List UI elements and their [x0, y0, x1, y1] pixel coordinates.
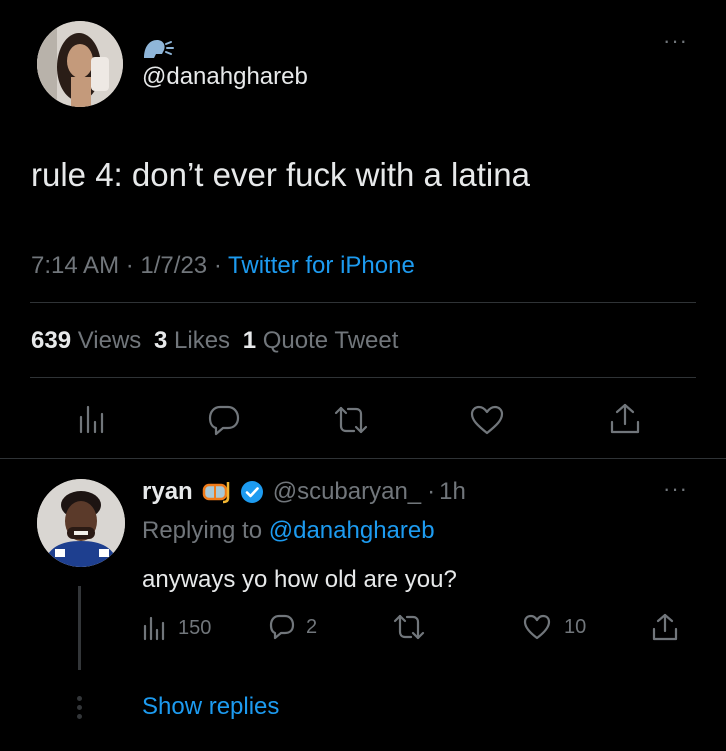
- share-icon[interactable]: [609, 402, 641, 441]
- analytics-icon: [143, 616, 165, 641]
- divider: [30, 377, 696, 378]
- reply-icon: [269, 614, 295, 640]
- verified-badge-icon: [239, 479, 265, 505]
- likes-count: 3: [153, 327, 168, 354]
- tweet-source[interactable]: Twitter for iPhone: [228, 252, 415, 279]
- like-icon: [523, 614, 551, 640]
- tweet-more-options-icon[interactable]: ···: [663, 28, 688, 54]
- show-replies-link[interactable]: Show replies: [142, 693, 279, 721]
- replying-to-prefix: Replying to: [142, 517, 263, 544]
- author-avatar[interactable]: [37, 21, 123, 107]
- reply-share-button[interactable]: [651, 612, 679, 647]
- likes-label: Likes: [174, 327, 231, 354]
- reply-avatar[interactable]: [37, 479, 125, 567]
- tweet-time[interactable]: 7:14 AM: [31, 252, 119, 279]
- replying-to-handle[interactable]: @danahghareb: [269, 517, 435, 544]
- reply-views-count: 150: [178, 616, 212, 639]
- views-label: Views: [77, 327, 142, 354]
- reply-reply-button[interactable]: 2: [268, 613, 317, 641]
- tweet-meta: 7:14 AM · 1/7/23 · Twitter for iPhone: [31, 252, 415, 280]
- reply-avatar-image: [37, 479, 125, 567]
- meta-separator: ·: [213, 252, 222, 279]
- reply-analytics-button[interactable]: 150: [142, 615, 211, 641]
- tweet-date[interactable]: 1/7/23: [140, 252, 207, 279]
- quotes-label: Quote Tweet: [262, 327, 399, 354]
- reply-like-button[interactable]: 10: [522, 613, 586, 641]
- thread-dots: [77, 696, 82, 719]
- reply-author-name[interactable]: ryan: [142, 478, 193, 506]
- like-icon[interactable]: [469, 404, 505, 441]
- quotes-count: 1: [242, 327, 257, 354]
- reply-header: ryan @scubaryan_ · 1h: [142, 478, 466, 506]
- tweet-text: rule 4: don’t ever fuck with a latina: [31, 156, 530, 193]
- replying-to: Replying to @danahghareb: [142, 517, 435, 545]
- divider: [0, 458, 726, 459]
- likes-stat[interactable]: 3 Likes: [154, 327, 237, 354]
- meta-separator: ·: [427, 478, 436, 505]
- reply-retweet-button[interactable]: [392, 613, 426, 646]
- retweet-icon: [393, 614, 425, 640]
- author-handle[interactable]: @danahghareb: [142, 63, 308, 91]
- views-count: 639: [31, 327, 72, 354]
- author-avatar-image: [37, 21, 123, 107]
- reply-age[interactable]: 1h: [439, 478, 466, 506]
- tweet-stats: 639 Views 3 Likes 1 Quote Tweet: [31, 327, 398, 355]
- reply-author-handle[interactable]: @scubaryan_: [273, 478, 421, 506]
- reply-icon[interactable]: [207, 404, 241, 441]
- speaking-head-emoji-icon: [142, 36, 174, 62]
- quotes-stat[interactable]: 1 Quote Tweet: [243, 327, 399, 354]
- reply-replies-count: 2: [306, 615, 318, 638]
- reply-text: anyways yo how old are you?: [142, 566, 457, 593]
- retweet-icon[interactable]: [332, 404, 370, 441]
- meta-separator: ·: [125, 252, 134, 279]
- analytics-icon[interactable]: [78, 404, 106, 439]
- reply-more-options-icon[interactable]: ···: [663, 476, 688, 502]
- reply-likes-count: 10: [564, 615, 587, 638]
- share-icon: [652, 613, 678, 641]
- thread-line: [78, 586, 81, 670]
- diving-mask-emoji-icon: [201, 480, 233, 504]
- divider: [30, 302, 696, 303]
- views-stat[interactable]: 639 Views: [31, 327, 148, 354]
